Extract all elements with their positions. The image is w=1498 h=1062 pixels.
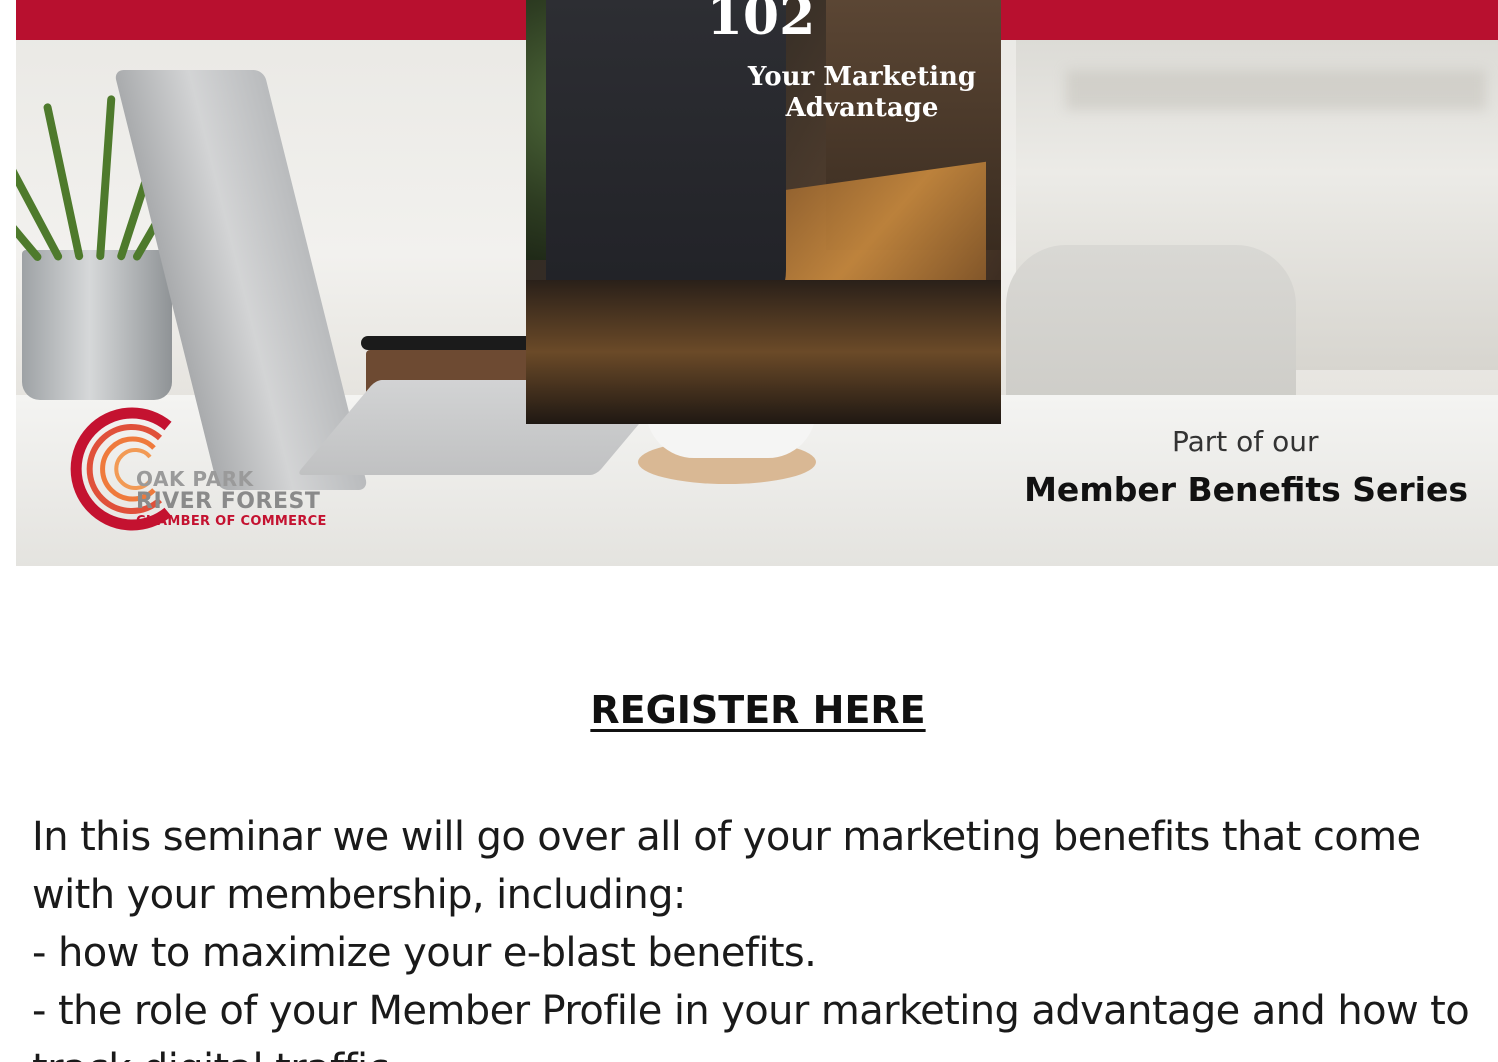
seminar-number: 102 [706, 0, 816, 47]
photo-floor [526, 280, 1001, 424]
seminar-description: In this seminar we will go over all of y… [32, 808, 1482, 1062]
series-prefix: Part of our [1172, 425, 1319, 458]
description-bullet: - the role of your Member Profile in you… [32, 988, 1470, 1062]
description-intro: In this seminar we will go over all of y… [32, 814, 1421, 918]
background-blur [1066, 70, 1486, 110]
seminar-subtitle: Your Marketing Advantage [747, 62, 977, 123]
logo-text-line2: RIVER FOREST [136, 489, 321, 514]
register-link[interactable]: REGISTER HERE [0, 688, 1498, 732]
logo-text-line1: OAK PARK [136, 467, 254, 491]
seminar-photo: 102 Your Marketing Advantage [526, 0, 1001, 424]
plant-leaf [96, 95, 116, 261]
email-page: 102 Your Marketing Advantage OAK PARK RI… [0, 0, 1498, 1062]
series-name: Member Benefits Series [1024, 470, 1468, 509]
plant-pot-image [22, 250, 172, 400]
chamber-logo: OAK PARK RIVER FOREST CHAMBER OF COMMERC… [68, 404, 368, 534]
description-bullet: - how to maximize your e-blast benefits. [32, 930, 817, 976]
hero-banner: 102 Your Marketing Advantage OAK PARK RI… [16, 0, 1498, 566]
pen-image [361, 336, 541, 350]
logo-text-line3: CHAMBER OF COMMERCE [136, 514, 327, 529]
